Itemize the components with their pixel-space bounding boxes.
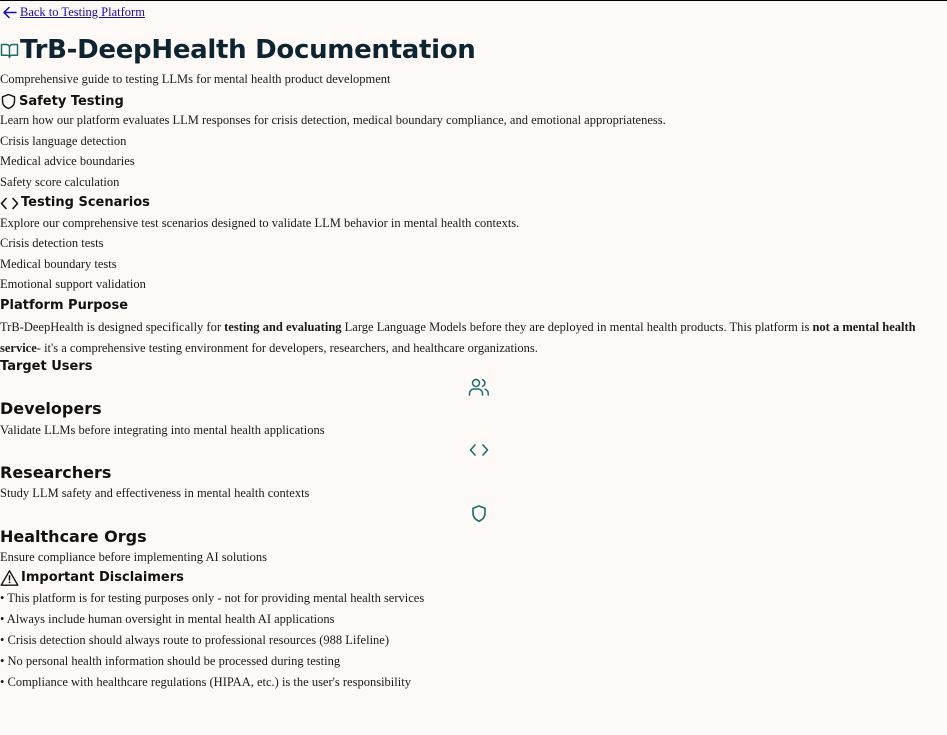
arrow-left-icon [3, 6, 17, 18]
platform-purpose-heading: Platform Purpose [0, 298, 129, 313]
code-icon [468, 442, 490, 458]
target-users-heading: Target Users [0, 359, 93, 374]
list-item: Crisis detection tests [0, 236, 104, 250]
disclaimer-item: • Crisis detection should always route t… [0, 633, 390, 647]
disclaimer-item: • Always include human oversight in ment… [0, 612, 335, 626]
card-description: Ensure compliance before implementing AI… [0, 550, 267, 564]
testing-scenarios-heading: Testing Scenarios [0, 195, 150, 211]
page-title: TrB-DeepHealth Documentation [20, 35, 476, 65]
page-subtitle: Comprehensive guide to testing LLMs for … [0, 72, 391, 86]
book-open-icon [0, 43, 19, 58]
card-title-developers: Developers [0, 399, 102, 418]
testing-scenarios-description: Explore our comprehensive test scenarios… [0, 216, 520, 230]
disclaimer-item: • This platform is for testing purposes … [0, 591, 425, 605]
disclaimer-item: • No personal health information should … [0, 654, 341, 668]
platform-purpose-text: TrB-DeepHealth is designed specifically … [0, 320, 916, 355]
card-title-healthcare-orgs: Healthcare Orgs [0, 527, 147, 546]
list-item: Medical advice boundaries [0, 154, 135, 168]
card-description: Study LLM safety and effectiveness in me… [0, 486, 310, 500]
disclaimer-item: • Compliance with healthcare regulations… [0, 675, 411, 689]
safety-testing-heading: Safety Testing [0, 93, 124, 110]
code-icon [0, 197, 19, 209]
back-link-label[interactable]: Back to Testing Platform [20, 5, 145, 19]
shield-icon [1, 93, 16, 110]
card-title-researchers: Researchers [0, 463, 112, 482]
list-item: Safety score calculation [0, 175, 120, 189]
list-item: Crisis language detection [0, 134, 127, 148]
list-item: Medical boundary tests [0, 257, 117, 271]
users-icon [468, 377, 490, 397]
list-item: Emotional support validation [0, 277, 146, 291]
disclaimers-heading: Important Disclaimers [0, 569, 184, 587]
alert-triangle-icon [0, 570, 19, 586]
shield-icon [468, 504, 490, 524]
page-header: TrB-DeepHealth Documentation [0, 35, 476, 65]
card-description: Validate LLMs before integrating into me… [0, 423, 325, 437]
back-to-platform-link[interactable]: Back to Testing Platform [2, 5, 145, 19]
safety-testing-description: Learn how our platform evaluates LLM res… [0, 113, 666, 127]
